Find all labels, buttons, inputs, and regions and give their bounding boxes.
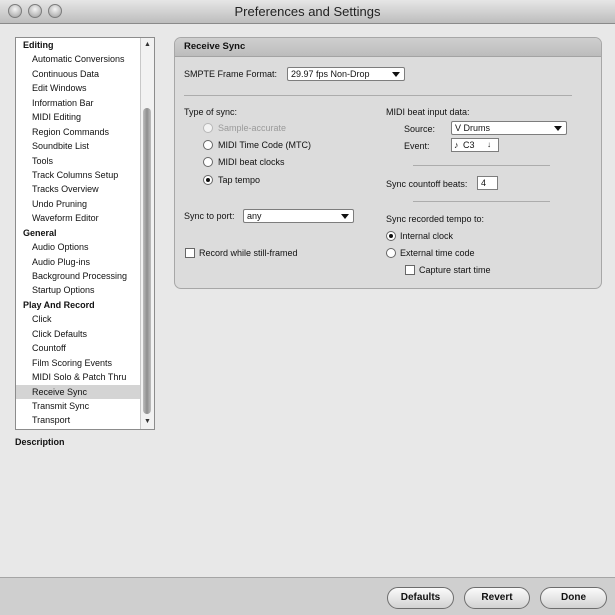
sidebar-item-background-processing[interactable]: Background Processing [16, 269, 140, 283]
sidebar-item-undo-pruning[interactable]: Undo Pruning [16, 197, 140, 211]
scroll-down-arrow-icon[interactable]: ▼ [141, 416, 154, 428]
sync-type-label: Type of sync: [184, 107, 238, 117]
panel-title: Receive Sync [184, 41, 246, 52]
separator [184, 95, 572, 96]
separator [413, 165, 550, 166]
radio-external-time-code[interactable] [386, 248, 396, 258]
sidebar-item-midi-editing[interactable]: MIDI Editing [16, 110, 140, 124]
sidebar-item-continuous-data[interactable]: Continuous Data [16, 67, 140, 81]
event-value: C3 [463, 140, 475, 150]
sidebar-item-automatic-conversions[interactable]: Automatic Conversions [16, 52, 140, 66]
sidebar-item-waveform-editor[interactable]: Waveform Editor [16, 211, 140, 225]
chevron-down-icon [554, 126, 562, 131]
sidebar-item-midi-solo-patch-thru[interactable]: MIDI Solo & Patch Thru [16, 370, 140, 384]
sidebar-item-region-commands[interactable]: Region Commands [16, 125, 140, 139]
tap-tempo-label: Tap tempo [218, 175, 261, 185]
source-select[interactable]: V Drums [451, 121, 567, 135]
smpte-format-value: 29.97 fps Non-Drop [291, 69, 370, 79]
sidebar-item-track-columns-setup[interactable]: Track Columns Setup [16, 168, 140, 182]
receive-sync-panel: Receive Sync SMPTE Frame Format: 29.97 f… [174, 37, 602, 289]
radio-midi-time-code[interactable] [203, 140, 213, 150]
scrollbar-thumb[interactable] [143, 108, 151, 414]
separator [413, 201, 550, 202]
event-field[interactable]: ♪ C3 ↓ [451, 138, 499, 152]
event-label: Event: [404, 141, 430, 151]
radio-sample-accurate[interactable] [203, 123, 213, 133]
chevron-down-icon [392, 72, 400, 77]
midi-time-code-label: MIDI Time Code (MTC) [218, 140, 312, 150]
radio-internal-clock[interactable] [386, 231, 396, 241]
defaults-button[interactable]: Defaults [387, 587, 454, 609]
capture-start-time-label: Capture start time [419, 265, 491, 275]
recorded-tempo-label: Sync recorded tempo to: [386, 214, 485, 224]
sidebar-item-film-scoring-events[interactable]: Film Scoring Events [16, 356, 140, 370]
radio-midi-beat-clocks[interactable] [203, 157, 213, 167]
internal-clock-label: Internal clock [400, 231, 454, 241]
preferences-list: Editing Automatic Conversions Continuous D… [16, 38, 140, 429]
smpte-format-label: SMPTE Frame Format: [184, 69, 278, 79]
sidebar-category-general: General [23, 227, 57, 238]
sidebar-item-transmit-sync[interactable]: Transmit Sync [16, 399, 140, 413]
description-label: Description [15, 437, 65, 447]
sidebar-category-editing: Editing [23, 40, 54, 50]
radio-tap-tempo[interactable] [203, 175, 213, 185]
panel-header: Receive Sync [175, 38, 601, 57]
sidebar-item-audio-plug-ins[interactable]: Audio Plug-ins [16, 255, 140, 269]
capture-start-time-checkbox[interactable] [405, 265, 415, 275]
sidebar-item-click[interactable]: Click [16, 312, 140, 326]
source-value: V Drums [455, 123, 491, 133]
sidebar-item-tools[interactable]: Tools [16, 154, 140, 168]
sidebar-item-edit-windows[interactable]: Edit Windows [16, 81, 140, 95]
sidebar-item-receive-sync[interactable]: Receive Sync [16, 384, 140, 399]
sidebar-item-click-defaults[interactable]: Click Defaults [16, 327, 140, 341]
sync-port-select[interactable]: any [243, 209, 354, 223]
countoff-beats-input[interactable]: 4 [477, 176, 498, 190]
done-button[interactable]: Done [540, 587, 607, 609]
scroll-up-arrow-icon[interactable]: ▲ [141, 39, 154, 51]
title-bar: Preferences and Settings [0, 0, 615, 24]
sidebar-item-transport[interactable]: Transport [16, 413, 140, 427]
sidebar-item-tracks-overview[interactable]: Tracks Overview [16, 182, 140, 196]
window-title: Preferences and Settings [234, 4, 381, 19]
sidebar-item-audio-options[interactable]: Audio Options [16, 240, 140, 254]
external-time-code-label: External time code [400, 248, 475, 258]
source-label: Source: [404, 124, 436, 134]
note-icon: ♪ [454, 140, 459, 150]
sidebar-item-soundbite-list[interactable]: Soundbite List [16, 139, 140, 153]
sample-accurate-label: Sample-accurate [218, 123, 287, 133]
sidebar-item-startup-options[interactable]: Startup Options [16, 283, 140, 297]
record-still-framed-checkbox[interactable] [185, 248, 195, 258]
sync-port-value: any [247, 211, 262, 221]
midi-beat-clocks-label: MIDI beat clocks [218, 157, 285, 167]
sidebar-scrollbar[interactable]: ▲ ▼ [140, 38, 154, 429]
countoff-label: Sync countoff beats: [386, 179, 468, 189]
preferences-sidebar: Editing Automatic Conversions Continuous D… [15, 37, 155, 430]
sidebar-item-information-bar[interactable]: Information Bar [16, 96, 140, 110]
midi-beat-input-label: MIDI beat input data: [386, 107, 470, 117]
revert-button[interactable]: Revert [464, 587, 530, 609]
smpte-format-select[interactable]: 29.97 fps Non-Drop [287, 67, 405, 81]
record-still-framed-label: Record while still-framed [199, 248, 298, 258]
arrow-down-icon[interactable]: ↓ [487, 139, 491, 151]
sidebar-category-play-and-record: Play And Record [23, 299, 95, 310]
chevron-down-icon [341, 214, 349, 219]
sidebar-item-countoff[interactable]: Countoff [16, 341, 140, 355]
sync-port-label: Sync to port: [184, 211, 235, 221]
